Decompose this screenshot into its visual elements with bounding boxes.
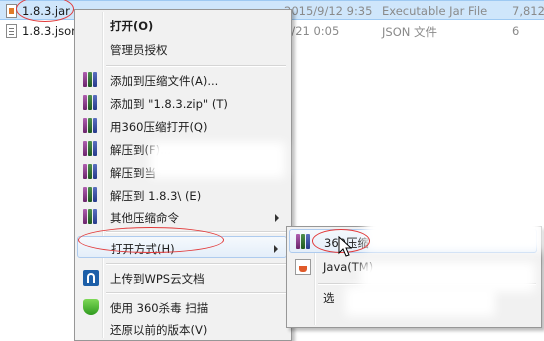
- redaction-blot: [365, 212, 543, 252]
- mouse-cursor-icon: [338, 236, 352, 257]
- archive-books-icon: [83, 118, 99, 134]
- file-date: 2/21 0:05: [284, 24, 340, 38]
- menu-item-label: 上传到WPS云文档: [110, 272, 205, 286]
- menu-item-label: 用360压缩打开(Q): [110, 120, 208, 134]
- archive-books-icon: [83, 141, 99, 157]
- menu-item-label: 添加到压缩文件(A)...: [110, 74, 219, 88]
- submenu-item-label: 选: [323, 291, 335, 305]
- file-type: Executable Jar File: [382, 4, 488, 18]
- menu-item-open[interactable]: 打开(O): [77, 14, 287, 36]
- menu-item-label: 添加到 "1.8.3.zip" (T): [110, 97, 228, 111]
- menu-separator: [106, 292, 286, 294]
- menu-item-restore-previous[interactable]: 还原以前的版本(V): [77, 318, 287, 340]
- menu-separator: [106, 263, 286, 265]
- menu-item-run-as-admin[interactable]: 管理员授权: [77, 38, 287, 60]
- submenu-arrow-icon: [274, 245, 278, 253]
- java-icon: [295, 259, 311, 275]
- menu-separator: [106, 65, 286, 67]
- wps-cloud-icon: [83, 270, 99, 286]
- menu-item-label: 打开方式(H): [111, 242, 175, 256]
- menu-item-label: 解压到 1.8.3\ (E): [110, 189, 202, 203]
- json-file-icon: [6, 24, 17, 38]
- archive-books-icon: [83, 209, 99, 225]
- file-size: 7,812: [512, 4, 544, 18]
- shield-icon: [83, 299, 99, 315]
- archive-books-icon: [83, 187, 99, 203]
- menu-item-scan-360[interactable]: 使用 360杀毒 扫描: [77, 296, 287, 318]
- menu-item-label: 还原以前的版本(V): [110, 323, 208, 337]
- jar-file-icon: [6, 4, 17, 18]
- file-name: 1.8.3.jar: [22, 4, 70, 18]
- menu-item-label: 使用 360杀毒 扫描: [110, 301, 209, 315]
- file-date: 2015/9/12 9:35: [284, 4, 373, 18]
- redaction-blot: [345, 286, 495, 316]
- archive-books-icon: [83, 95, 99, 111]
- submenu-arrow-icon: [275, 214, 279, 222]
- menu-item-add-to-archive[interactable]: 添加到压缩文件(A)...: [77, 69, 287, 91]
- archive-books-icon: [83, 72, 99, 88]
- menu-separator: [106, 231, 286, 233]
- menu-item-open-with[interactable]: 打开方式(H): [77, 236, 287, 258]
- file-name: 1.8.3.json: [22, 24, 79, 38]
- menu-item-open-with-360zip[interactable]: 用360压缩打开(Q): [77, 115, 287, 137]
- archive-books-icon: [83, 164, 99, 180]
- file-type: JSON 文件: [382, 25, 438, 39]
- file-size: 6: [512, 24, 520, 38]
- menu-item-label: 管理员授权: [110, 43, 168, 57]
- menu-item-other-commands[interactable]: 其他压缩命令: [77, 206, 287, 228]
- menu-item-label: 打开(O): [110, 19, 154, 33]
- redaction-blot: [150, 142, 285, 178]
- menu-item-upload-wps[interactable]: 上传到WPS云文档: [77, 267, 287, 289]
- menu-item-label: 其他压缩命令: [110, 211, 179, 225]
- menu-item-add-to-zip[interactable]: 添加到 "1.8.3.zip" (T): [77, 92, 287, 114]
- archive-books-icon: [296, 234, 312, 250]
- menu-item-extract-to-folder[interactable]: 解压到 1.8.3\ (E): [77, 184, 287, 206]
